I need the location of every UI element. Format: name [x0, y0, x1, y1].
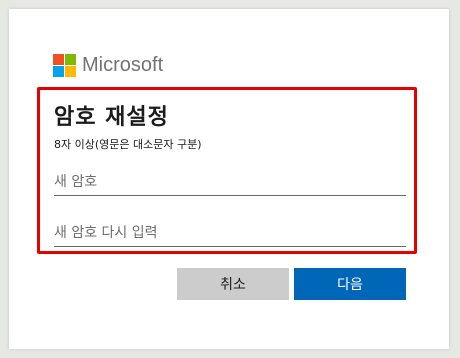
page-title: 암호 재설정 — [54, 105, 169, 130]
brand-name: Microsoft — [82, 54, 164, 76]
logo-square-yellow — [65, 66, 76, 77]
logo-square-green — [65, 54, 76, 65]
next-button[interactable]: 다음 — [294, 268, 406, 300]
confirm-password-input[interactable] — [54, 220, 406, 247]
microsoft-logo-icon — [53, 54, 76, 77]
cancel-button[interactable]: 취소 — [177, 268, 289, 300]
logo-square-red — [53, 54, 64, 65]
password-reset-card: Microsoft 암호 재설정 8자 이상(영문은 대소문자 구분) 취소 다… — [9, 9, 449, 349]
microsoft-logo: Microsoft — [53, 54, 163, 77]
logo-square-blue — [53, 66, 64, 77]
password-requirements: 8자 이상(영문은 대소문자 구분) — [54, 138, 202, 151]
new-password-input[interactable] — [54, 169, 406, 196]
